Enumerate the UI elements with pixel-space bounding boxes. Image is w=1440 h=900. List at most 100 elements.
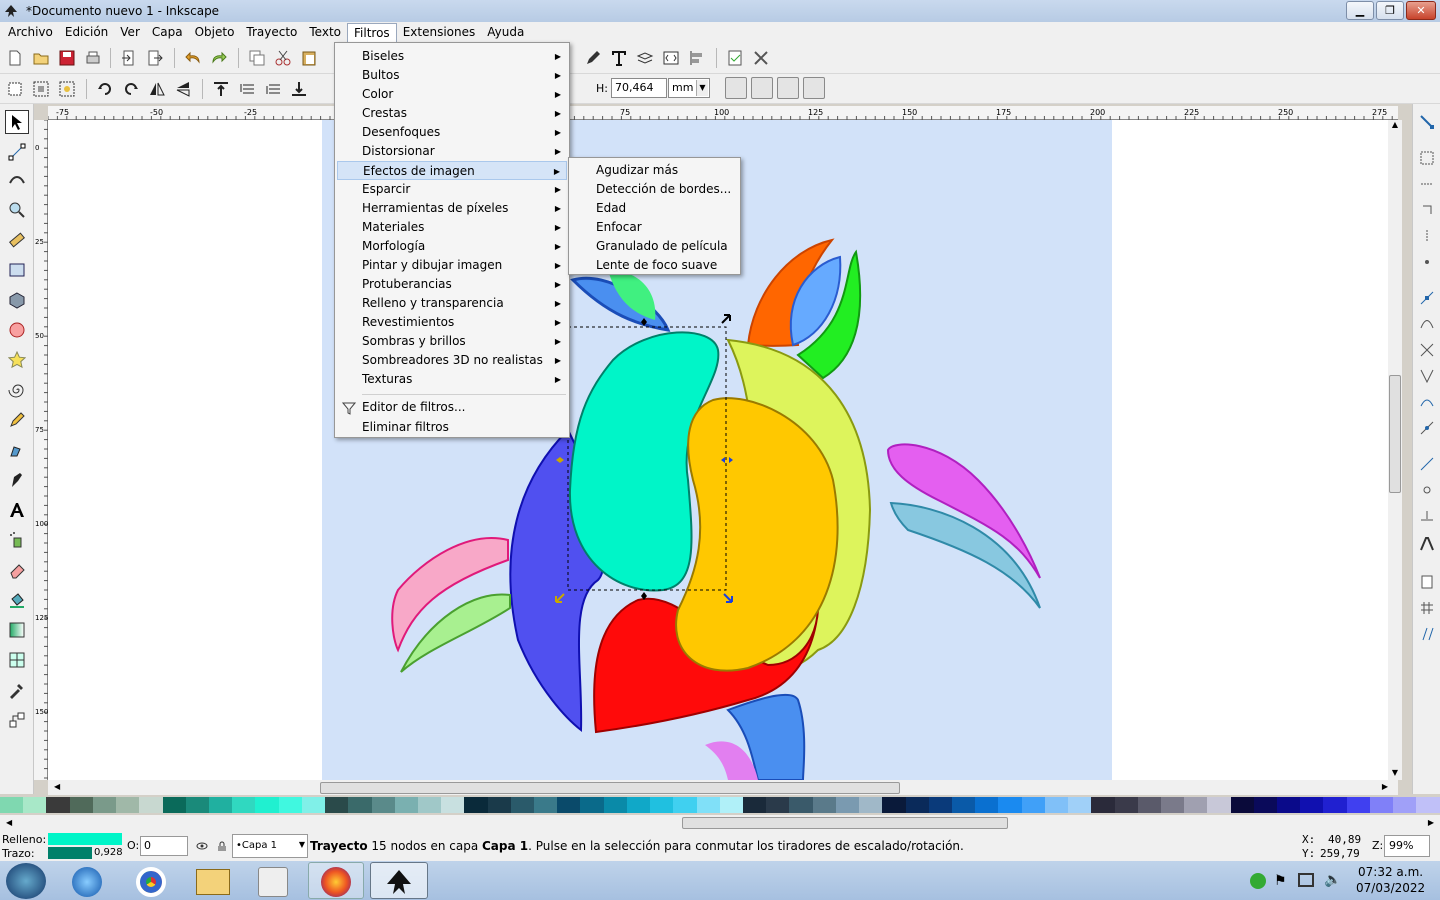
layer-select[interactable]: •Capa 1 ▼	[232, 834, 308, 858]
palette-swatch[interactable]	[208, 797, 233, 813]
palette-swatch[interactable]	[46, 797, 70, 813]
palette-swatch[interactable]	[394, 797, 418, 813]
horizontal-scroll-thumb[interactable]	[320, 782, 900, 794]
palette-swatch[interactable]	[975, 797, 999, 813]
menu-item-biseles[interactable]: Biseles ▶	[337, 47, 567, 66]
scale-corners-toggle[interactable]	[751, 77, 773, 99]
inkscape-taskbar-button[interactable]	[370, 862, 428, 899]
palette-swatch[interactable]	[1346, 797, 1370, 813]
palette-swatch[interactable]	[603, 797, 627, 813]
menu-trayecto[interactable]: Trayecto	[240, 23, 303, 42]
snap-toggle-icon[interactable]	[1419, 114, 1435, 130]
raise-icon[interactable]	[238, 80, 256, 98]
snap-cusp-nodes-icon[interactable]	[1419, 368, 1435, 384]
palette-swatch[interactable]	[696, 797, 720, 813]
palette-swatch[interactable]	[1207, 797, 1231, 813]
palette-swatch[interactable]	[1044, 797, 1069, 813]
menu-ver[interactable]: Ver	[114, 23, 146, 42]
palette-swatch[interactable]	[278, 797, 302, 813]
snap-paths-icon[interactable]	[1419, 316, 1435, 332]
palette-swatch[interactable]	[301, 797, 326, 813]
snap-bbox-edges-icon[interactable]	[1419, 176, 1435, 192]
menu-item-pintar-y-dibujar[interactable]: Pintar y dibujar imagen ▶	[337, 256, 567, 275]
cut-icon[interactable]	[274, 49, 292, 67]
maximize-button[interactable]: ❐	[1376, 1, 1404, 20]
ellipse-tool[interactable]	[5, 318, 29, 342]
palette-swatch[interactable]	[1369, 797, 1394, 813]
submenu-item-agudizar-mas[interactable]: Agudizar más	[571, 161, 738, 180]
menu-item-eliminar-filtros[interactable]: Eliminar filtros	[337, 418, 567, 437]
tray-app-icon[interactable]	[1250, 873, 1266, 889]
palette-swatch[interactable]	[185, 797, 209, 813]
document-properties-icon[interactable]	[726, 49, 744, 67]
color-palette[interactable]	[0, 797, 1440, 813]
menu-texto[interactable]: Texto	[303, 23, 347, 42]
pen-tool[interactable]	[5, 438, 29, 462]
node-tool[interactable]	[5, 140, 29, 164]
snap-text-baseline-icon[interactable]	[1419, 508, 1435, 524]
start-button[interactable]	[6, 863, 46, 899]
firefox-taskbar-button[interactable]	[308, 862, 364, 899]
scroll-left-icon[interactable]: ◀	[54, 782, 60, 791]
palette-swatch[interactable]	[812, 797, 836, 813]
snap-rotation-center-icon[interactable]	[1419, 482, 1435, 498]
palette-swatch[interactable]	[580, 797, 604, 813]
raise-to-top-icon[interactable]	[212, 80, 230, 98]
palette-swatch[interactable]	[1091, 797, 1115, 813]
palette-swatch[interactable]	[1184, 797, 1208, 813]
select-all-layers-icon[interactable]	[32, 80, 50, 98]
submenu-item-granulado-de-pelicula[interactable]: Granulado de película	[571, 237, 738, 256]
palette-swatch[interactable]	[951, 797, 976, 813]
palette-scrollbar[interactable]: ◀ ▶	[0, 815, 1440, 831]
menu-ayuda[interactable]: Ayuda	[481, 23, 530, 42]
snap-bbox-icon[interactable]	[1419, 150, 1435, 166]
opacity-input[interactable]: 0	[140, 836, 188, 856]
transform-gradients-toggle[interactable]	[777, 77, 799, 99]
submenu-item-lente-de-foco-suave[interactable]: Lente de foco suave	[571, 256, 738, 275]
snap-guide-icon[interactable]	[1419, 626, 1435, 642]
palette-swatch[interactable]	[998, 797, 1022, 813]
snap-page-border-icon[interactable]	[1419, 574, 1435, 590]
menu-item-bultos[interactable]: Bultos ▶	[337, 66, 567, 85]
palette-swatch[interactable]	[464, 797, 488, 813]
palette-swatch[interactable]	[325, 797, 349, 813]
rotate-ccw-icon[interactable]	[96, 80, 114, 98]
text-tool[interactable]	[5, 498, 29, 522]
flip-vertical-icon[interactable]	[174, 80, 192, 98]
connector-tool[interactable]	[5, 708, 29, 732]
palette-swatch[interactable]	[650, 797, 674, 813]
palette-swatch[interactable]	[1160, 797, 1185, 813]
export-icon[interactable]	[146, 49, 164, 67]
menu-item-distorsionar[interactable]: Distorsionar ▶	[337, 142, 567, 161]
menu-edicion[interactable]: Edición	[59, 23, 114, 42]
palette-swatch[interactable]	[116, 797, 140, 813]
menu-item-herramientas-de-pixeles[interactable]: Herramientas de píxeles ▶	[337, 199, 567, 218]
palette-swatch[interactable]	[371, 797, 395, 813]
scroll-down-icon[interactable]: ▼	[1390, 768, 1400, 780]
palette-swatch[interactable]	[859, 797, 883, 813]
print-icon[interactable]	[84, 49, 102, 67]
star-tool[interactable]	[5, 348, 29, 372]
menu-item-desenfoques[interactable]: Desenfoques ▶	[337, 123, 567, 142]
palette-swatch[interactable]	[673, 797, 697, 813]
menu-filtros[interactable]: Filtros	[347, 23, 397, 42]
dropper-tool[interactable]	[5, 678, 29, 702]
palette-swatch[interactable]	[626, 797, 651, 813]
media-player-icon[interactable]	[258, 867, 288, 897]
xml-editor-icon[interactable]	[662, 49, 680, 67]
stroke-width-value[interactable]: 0,928	[94, 847, 123, 858]
menu-item-esparcir[interactable]: Esparcir ▶	[337, 180, 567, 199]
close-button[interactable]: ✕	[1406, 1, 1436, 20]
menu-objeto[interactable]: Objeto	[189, 23, 241, 42]
horizontal-scrollbar[interactable]: ◀ ▶	[48, 780, 1398, 795]
menu-item-relleno-y-transparencia[interactable]: Relleno y transparencia ▶	[337, 294, 567, 313]
palette-scroll-thumb[interactable]	[682, 817, 1008, 829]
scroll-up-icon[interactable]: ▲	[1390, 120, 1400, 132]
spray-tool[interactable]	[5, 528, 29, 552]
scale-stroke-toggle[interactable]	[725, 77, 747, 99]
palette-swatch[interactable]	[1416, 797, 1440, 813]
stroke-swatch[interactable]	[48, 847, 92, 859]
eraser-tool[interactable]	[5, 558, 29, 582]
chrome-icon[interactable]	[136, 867, 166, 897]
lower-icon[interactable]	[264, 80, 282, 98]
